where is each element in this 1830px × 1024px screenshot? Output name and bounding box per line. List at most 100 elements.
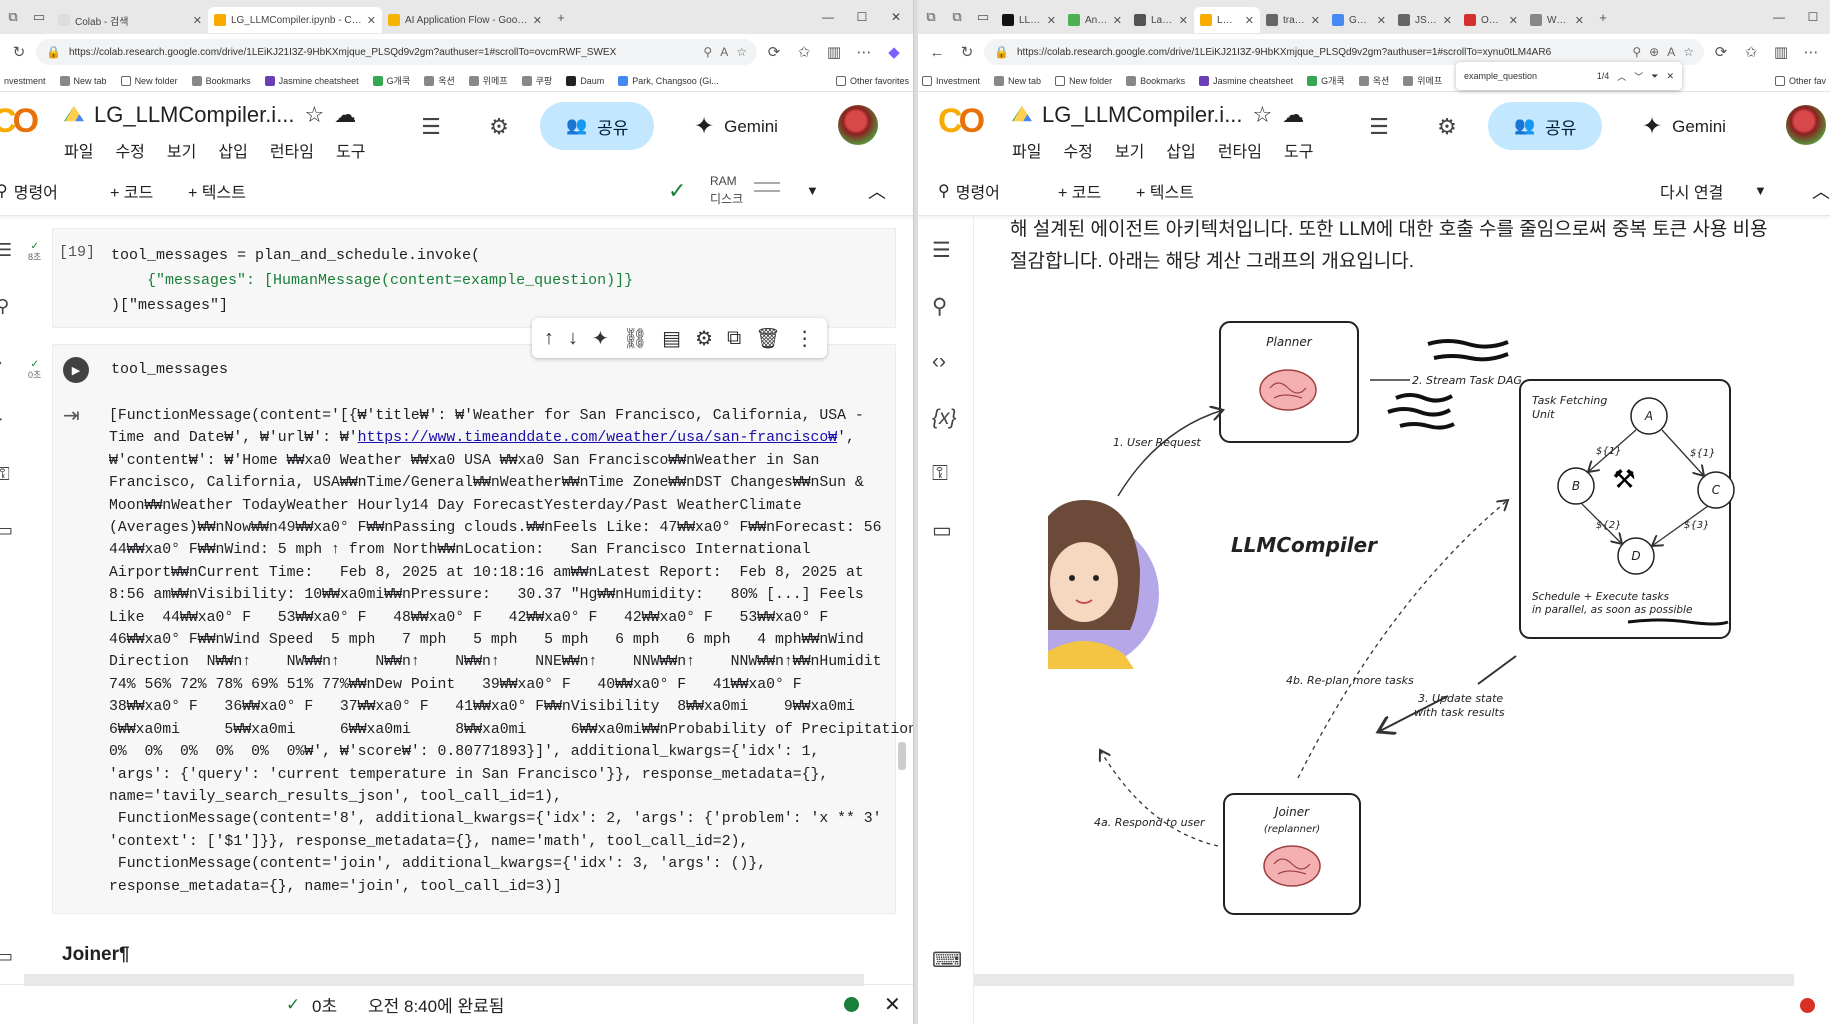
cell-source[interactable]: tool_messages: [111, 357, 228, 382]
comment-icon[interactable]: ☰: [416, 112, 446, 142]
more-options-icon[interactable]: ⋮: [795, 326, 815, 351]
files-folder-icon[interactable]: ▭: [0, 520, 13, 541]
close-icon[interactable]: ✕: [1443, 14, 1452, 27]
close-icon[interactable]: ✕: [1509, 14, 1518, 27]
browser-tab[interactable]: JSON V ✕: [1392, 7, 1458, 33]
read-aloud-icon[interactable]: A: [1667, 45, 1675, 59]
comment-icon[interactable]: ☰: [1364, 112, 1394, 142]
horizontal-scrollbar[interactable]: [974, 974, 1794, 986]
gemini-sparkle-icon[interactable]: ✦: [592, 326, 609, 351]
run-cell-button[interactable]: ▶: [63, 357, 89, 383]
browser-tab[interactable]: Weathe ✕: [1524, 7, 1590, 33]
menu-view[interactable]: 보기: [167, 138, 196, 162]
bookmark-item[interactable]: 쿠팡: [521, 74, 552, 87]
menu-file[interactable]: 파일: [64, 138, 93, 162]
close-icon[interactable]: ✕: [1047, 14, 1056, 27]
tab-actions-icon[interactable]: ▭: [26, 0, 52, 34]
copilot-icon[interactable]: ◆: [881, 39, 907, 65]
code-cell[interactable]: ▶ tool_messages ⇥ [FunctionMessage(conte…: [52, 344, 913, 914]
bookmark-item[interactable]: New folder: [1055, 75, 1112, 86]
add-text-button[interactable]: + 텍스트: [1136, 179, 1194, 203]
other-favorites[interactable]: Other fav: [1774, 75, 1826, 86]
zoom-icon[interactable]: ⚲: [703, 45, 712, 59]
favorite-star-icon[interactable]: ☆: [1683, 45, 1694, 59]
collapse-header-icon[interactable]: ︿: [1812, 178, 1830, 204]
bookmark-item[interactable]: Bookmarks: [1126, 75, 1185, 86]
extensions-icon[interactable]: ⟳: [761, 39, 787, 65]
terminal-icon[interactable]: ⌨: [932, 948, 962, 973]
browser-tab[interactable]: translat ✕: [1260, 7, 1326, 33]
bookmark-item[interactable]: nvestment: [4, 76, 46, 86]
close-icon[interactable]: ✕: [1377, 14, 1386, 27]
menu-runtime[interactable]: 런타임: [1218, 138, 1262, 162]
terminal-icon[interactable]: ▭: [0, 946, 13, 967]
code-snippets-icon[interactable]: ›: [0, 352, 2, 373]
add-text-button[interactable]: + 텍스트: [188, 179, 246, 203]
bookmark-item[interactable]: Jasmine cheatsheet: [264, 75, 359, 86]
tab-lg-llmcompiler[interactable]: LG_LLMCompiler.ipynb - Colab ✕: [208, 7, 382, 33]
secrets-key-icon[interactable]: ⚿: [932, 462, 948, 486]
collections-icon[interactable]: ▥: [821, 39, 847, 65]
menu-runtime[interactable]: 런타임: [270, 138, 314, 162]
settings-gear-icon[interactable]: ⚙: [484, 112, 514, 142]
zoom-icon[interactable]: ⊕: [1649, 45, 1659, 59]
cloud-icon[interactable]: ☁: [334, 102, 356, 128]
command-palette-button[interactable]: ⚲명령어: [938, 179, 1000, 203]
colab-logo[interactable]: CO: [938, 102, 985, 141]
command-palette-button[interactable]: ⚲명령어: [0, 179, 58, 203]
favorites-icon[interactable]: ✩: [791, 39, 817, 65]
delete-icon[interactable]: 🗑: [755, 326, 780, 351]
bookmark-item[interactable]: 옥션: [424, 74, 455, 87]
workspaces-icon[interactable]: ⧉: [918, 0, 944, 34]
minimize-button[interactable]: —: [811, 10, 845, 24]
files-folder-icon[interactable]: ▭: [932, 518, 952, 543]
variables-icon[interactable]: }: [0, 408, 2, 429]
comment-icon[interactable]: ▤: [662, 326, 681, 351]
collections-icon[interactable]: ▥: [1768, 39, 1794, 65]
browser-tab[interactable]: Online ✕: [1458, 7, 1524, 33]
menu-insert[interactable]: 삽입: [218, 138, 247, 162]
bookmark-item[interactable]: 옥션: [1358, 74, 1389, 87]
bookmark-item[interactable]: Daum: [566, 75, 604, 86]
extensions-icon[interactable]: ⟳: [1708, 39, 1734, 65]
browser-tab[interactable]: LLMCo ✕: [996, 7, 1062, 33]
cloud-icon[interactable]: ☁: [1282, 102, 1304, 128]
menu-tools[interactable]: 도구: [1284, 138, 1313, 162]
workspaces-icon[interactable]: ⧉: [0, 0, 26, 34]
move-up-icon[interactable]: ↑: [544, 327, 554, 350]
document-title[interactable]: LG_LLMCompiler.i... ☆ ☁: [1012, 102, 1304, 128]
minimize-button[interactable]: —: [1762, 10, 1796, 24]
close-icon[interactable]: ✕: [1245, 14, 1254, 27]
gemini-button[interactable]: ✦ Gemini: [1642, 112, 1726, 141]
code-snippets-icon[interactable]: ‹›: [932, 350, 946, 374]
gemini-button[interactable]: ✦ Gemini: [694, 112, 778, 141]
bookmark-item[interactable]: New folder: [120, 75, 178, 86]
reload-icon[interactable]: ↻: [6, 39, 32, 65]
share-button[interactable]: 👥 공유: [540, 102, 655, 150]
variables-icon[interactable]: {x}: [932, 406, 957, 430]
bookmark-item[interactable]: Jasmine cheatsheet: [1199, 75, 1293, 86]
other-favorites[interactable]: Other favorites: [835, 75, 909, 86]
code-cell[interactable]: [19] tool_messages = plan_and_schedule.i…: [52, 228, 896, 328]
more-menu-icon[interactable]: ⋯: [851, 39, 877, 65]
output-actions-icon[interactable]: ⇥: [63, 403, 80, 428]
window-close-button[interactable]: ✕: [879, 10, 913, 24]
reload-icon[interactable]: ↻: [954, 39, 980, 65]
find-filter-icon[interactable]: ⏷: [1651, 71, 1658, 82]
runtime-dropdown-icon[interactable]: ▼: [1754, 183, 1767, 198]
browser-tab[interactable]: Google ✕: [1326, 7, 1392, 33]
browser-tab[interactable]: LangSm ✕: [1128, 7, 1194, 33]
close-status-icon[interactable]: ✕: [884, 992, 901, 1017]
close-icon[interactable]: ✕: [1179, 14, 1188, 27]
runtime-dropdown-icon[interactable]: ▼: [806, 183, 819, 198]
secrets-key-icon[interactable]: ⚿: [0, 464, 10, 485]
menu-view[interactable]: 보기: [1115, 138, 1144, 162]
toc-icon[interactable]: ☰: [932, 238, 951, 263]
browser-tab[interactable]: An LLM ✕: [1062, 7, 1128, 33]
avatar[interactable]: [838, 105, 878, 145]
weather-link[interactable]: https://www.timeanddate.com/weather/usa/…: [358, 430, 838, 446]
bookmark-item[interactable]: G개쿡: [372, 74, 410, 87]
close-icon[interactable]: ✕: [193, 14, 202, 27]
tab-actions-icon[interactable]: ▭: [970, 0, 996, 34]
avatar[interactable]: [1786, 105, 1826, 145]
